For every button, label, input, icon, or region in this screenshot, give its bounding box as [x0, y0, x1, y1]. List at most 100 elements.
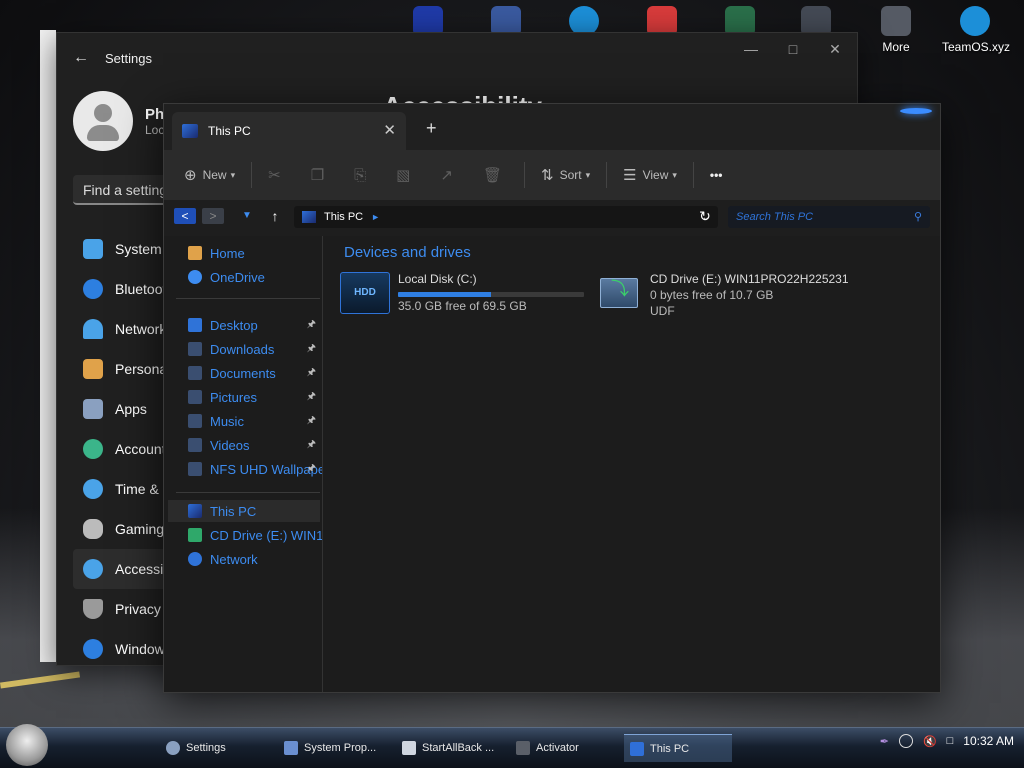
gamepad-icon: [83, 519, 103, 539]
computer-icon: [630, 741, 644, 756]
home-icon: [188, 246, 202, 260]
nav-music[interactable]: Music 🖈: [188, 410, 322, 432]
rename-button[interactable]: ▧: [384, 158, 428, 192]
recent-dropdown-icon[interactable]: ▼: [236, 208, 258, 224]
pin-icon[interactable]: 🖈: [307, 461, 316, 478]
drive-usage-fill: [398, 292, 491, 297]
drive-tile-e[interactable]: ⤵ CD Drive (E:) WIN11PRO22H225231 0 byte…: [600, 272, 849, 318]
globe-clock-icon: [83, 479, 103, 499]
nav-videos[interactable]: Videos 🖈: [188, 434, 322, 456]
pin-icon[interactable]: 🖈: [307, 389, 316, 406]
apps-icon: [83, 399, 103, 419]
nav-network[interactable]: Network: [188, 548, 322, 570]
close-icon[interactable]: ✕: [825, 41, 845, 58]
search-input[interactable]: Search This PC ⚲: [728, 206, 930, 228]
taskbar-item-system-properties[interactable]: System Prop...: [284, 734, 388, 762]
nav-documents[interactable]: Documents 🖈: [188, 362, 322, 384]
drive-tile-c[interactable]: HDD Local Disk (C:) 35.0 GB free of 69.5…: [340, 272, 584, 314]
breadcrumb-chevron-icon: ►: [371, 212, 381, 222]
pin-icon[interactable]: 🖈: [307, 341, 316, 358]
clock[interactable]: 10:32 AM: [963, 734, 1014, 748]
refresh-icon[interactable]: ↻: [694, 208, 716, 224]
sort-button[interactable]: ⇅ Sort ▾: [529, 158, 602, 192]
copy-icon: ❐: [310, 167, 325, 184]
file-explorer-window: This PC ✕ + ⊕ New ▾ ✂ ❐ ⎘ ▧ ↗ 🗑 ⇅ Sort ▾ ☰ Vi…: [163, 103, 941, 693]
up-arrow-icon[interactable]: ↑: [264, 208, 286, 224]
nav-divider: [176, 298, 320, 299]
address-bar-row: < > ▼ ↑ This PC ► ⌄ ↻ Search This PC ⚲: [164, 200, 940, 236]
downloads-icon: [188, 342, 202, 356]
ellipsis-icon: •••: [709, 168, 723, 182]
nav-onedrive[interactable]: OneDrive: [188, 266, 322, 288]
cd-drive-icon: [188, 528, 202, 542]
delete-button[interactable]: 🗑: [471, 158, 520, 192]
activator-icon: [516, 741, 530, 755]
trash-icon: 🗑: [482, 167, 502, 184]
taskbar-item-startallback[interactable]: StartAllBack ...: [402, 734, 506, 762]
globe-icon[interactable]: [898, 734, 913, 748]
system-tray: ✒ 🔇 □ 10:32 AM: [880, 734, 1014, 748]
address-bar[interactable]: This PC ► ⌄: [294, 206, 718, 228]
user-profile[interactable]: Phi Loc: [73, 91, 168, 151]
nav-pictures[interactable]: Pictures 🖈: [188, 386, 322, 408]
taskbar-item-activator[interactable]: Activator: [516, 734, 620, 762]
person-icon: [83, 439, 103, 459]
folder-icon: [188, 462, 202, 476]
desktop-icon-more[interactable]: More: [864, 6, 928, 54]
maximize-icon[interactable]: □: [783, 41, 803, 58]
avatar: [73, 91, 133, 151]
bluetooth-icon: [83, 279, 103, 299]
drive-filesystem: UDF: [650, 304, 675, 318]
share-button[interactable]: ↗: [428, 158, 471, 192]
more-options-button[interactable]: •••: [698, 158, 735, 192]
minimize-icon[interactable]: —: [741, 41, 761, 58]
pin-icon[interactable]: 🖈: [307, 413, 316, 430]
nav-desktop[interactable]: Desktop 🖈: [188, 314, 322, 336]
desktop-icon-teamos[interactable]: TeamOS.xyz: [942, 6, 1011, 54]
desktop-icon-label: More: [882, 40, 910, 54]
settings-titlebar: ← Settings: [57, 33, 857, 83]
pin-icon[interactable]: 🖈: [307, 317, 316, 334]
nav-home[interactable]: Home: [188, 242, 322, 264]
pin-icon[interactable]: 🖈: [307, 365, 316, 382]
nav-this-pc[interactable]: This PC: [188, 500, 322, 522]
forward-icon[interactable]: >: [202, 208, 224, 224]
copy-button[interactable]: ❐: [299, 158, 342, 192]
sort-icon: ⇅: [540, 167, 554, 184]
nav-nfs-wallpapers[interactable]: NFS UHD Wallpapers🖈: [188, 458, 322, 480]
close-tab-icon[interactable]: ✕: [383, 121, 396, 139]
drive-usage-bar: [398, 292, 584, 297]
pen-icon[interactable]: ✒: [880, 735, 889, 748]
network-icon: [188, 552, 202, 566]
plus-circle-icon: ⊕: [184, 167, 197, 184]
hdd-icon: HDD: [340, 272, 390, 314]
nav-downloads[interactable]: Downloads 🖈: [188, 338, 322, 360]
back-icon[interactable]: <: [174, 208, 196, 224]
tab-this-pc[interactable]: This PC ✕: [172, 112, 406, 150]
nav-cd-drive[interactable]: CD Drive (E:) WIN11PRO22H225231: [188, 524, 322, 546]
battery-icon[interactable]: □: [947, 735, 954, 747]
paste-button[interactable]: ⎘: [342, 158, 384, 192]
back-arrow-icon[interactable]: ←: [73, 49, 91, 67]
start-button-skull-icon[interactable]: [6, 724, 48, 766]
pin-icon[interactable]: 🖈: [307, 437, 316, 454]
search-icon: ⚲: [913, 211, 922, 223]
drive-free-space: 35.0 GB free of 69.5 GB: [398, 299, 527, 313]
desktop-icon-label: TeamOS.xyz: [942, 40, 1011, 54]
taskbar-item-this-pc[interactable]: This PC: [624, 734, 732, 762]
speaker-muted-icon[interactable]: 🔇: [923, 735, 937, 748]
taskbar-item-settings[interactable]: Settings: [166, 734, 270, 762]
view-button[interactable]: ☰ View ▾: [611, 158, 689, 192]
computer-icon: [182, 124, 198, 138]
cd-drive-icon: ⤵: [600, 278, 638, 308]
desktop-icon: [188, 318, 202, 332]
brush-icon: [83, 359, 103, 379]
content-pane: Devices and drives HDD Local Disk (C:) 3…: [324, 236, 940, 692]
videos-icon: [188, 438, 202, 452]
accessibility-icon: [83, 559, 103, 579]
new-button[interactable]: ⊕ New ▾: [172, 158, 247, 192]
startallback-icon: [402, 741, 416, 755]
cut-button[interactable]: ✂: [256, 158, 299, 192]
scissors-icon: ✂: [268, 167, 281, 184]
new-tab-icon[interactable]: +: [426, 118, 437, 139]
